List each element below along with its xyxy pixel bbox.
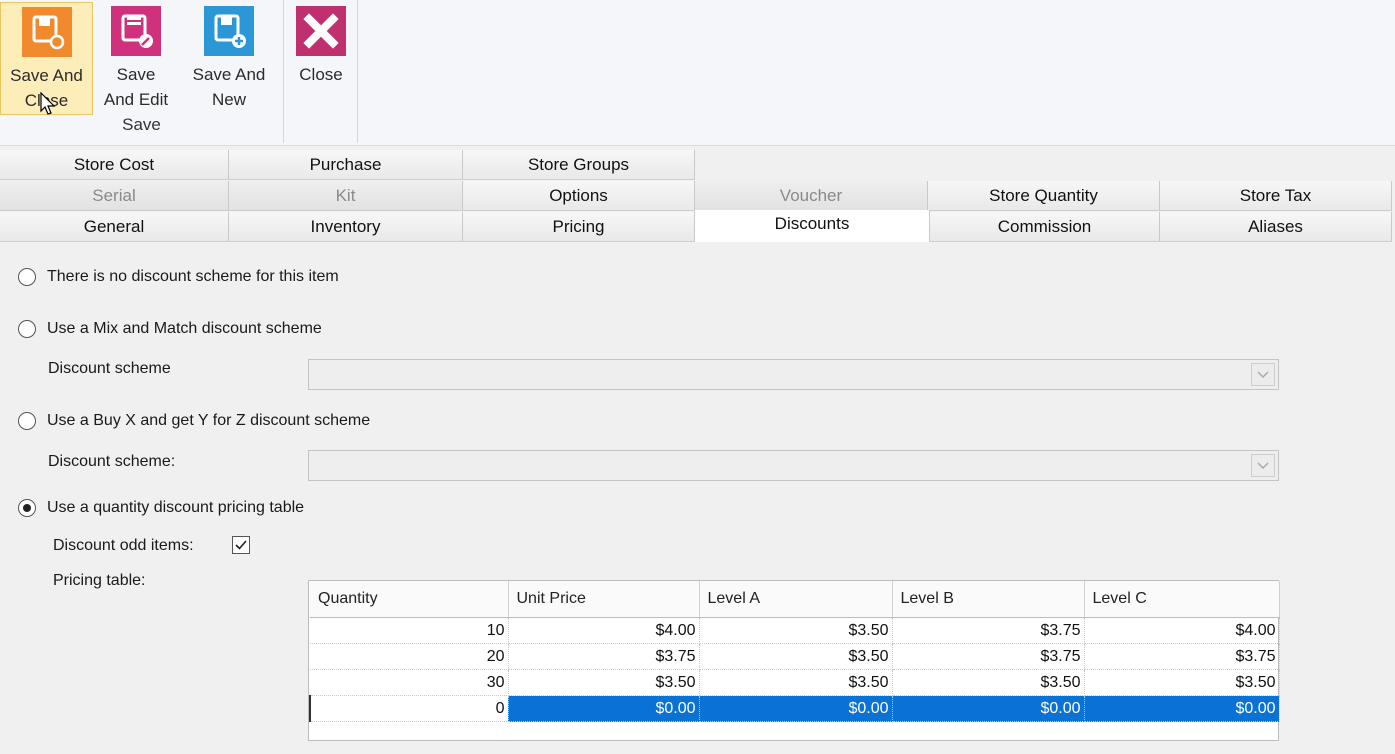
col-header-quantity[interactable]: Quantity <box>310 581 509 618</box>
no-scheme-option[interactable]: There is no discount scheme for this ite… <box>18 268 339 286</box>
buy-x-radio[interactable] <box>18 412 36 430</box>
buy-x-label: Use a Buy X and get Y for Z discount sch… <box>47 412 371 429</box>
save-edit-icon <box>111 6 161 56</box>
table-row-selected[interactable]: 0 $0.00 $0.00 $0.00 $0.00 <box>309 695 1280 722</box>
mouse-cursor-icon <box>40 92 56 115</box>
col-header-level-c[interactable]: Level C <box>1084 581 1280 618</box>
save-new-icon <box>204 6 254 56</box>
tab-inventory[interactable]: Inventory <box>229 212 463 242</box>
table-cell[interactable]: $3.50 <box>699 617 893 644</box>
table-cell[interactable]: $3.75 <box>892 643 1085 670</box>
tab-store-cost[interactable]: Store Cost <box>0 150 229 180</box>
pricing-table-header: Quantity Unit Price Level A Level B Leve… <box>310 581 1280 618</box>
table-cell[interactable]: $4.00 <box>508 617 700 644</box>
ribbon: Save And Close Save And Edit <box>0 0 1395 146</box>
table-cell[interactable]: $4.00 <box>1084 617 1280 644</box>
save-group: Save And Close Save And Edit <box>0 0 284 143</box>
close-group: Close <box>284 0 358 143</box>
table-cell[interactable]: $3.50 <box>699 643 893 670</box>
col-header-unit-price[interactable]: Unit Price <box>508 581 700 618</box>
table-cell[interactable]: $3.75 <box>1084 643 1280 670</box>
table-cell[interactable]: 30 <box>310 669 509 696</box>
qty-table-label: Use a quantity discount pricing table <box>47 499 305 516</box>
odd-items-label: Discount odd items: <box>53 537 194 554</box>
item-tabs: Store Cost Purchase Store Groups Serial … <box>0 150 1395 244</box>
checkmark-icon <box>235 540 247 550</box>
buy-x-scheme-label: Discount scheme: <box>48 453 176 470</box>
save-close-icon <box>21 7 72 57</box>
buy-x-option[interactable]: Use a Buy X and get Y for Z discount sch… <box>18 412 370 430</box>
tab-store-tax[interactable]: Store Tax <box>1160 181 1392 211</box>
table-row[interactable]: 20 $3.75 $3.50 $3.75 $3.75 <box>310 643 1280 670</box>
close-label: Close <box>299 65 343 84</box>
tab-discounts[interactable]: Discounts <box>695 210 930 242</box>
pricing-table-label: Pricing table: <box>53 572 146 589</box>
table-cell[interactable]: $3.75 <box>892 617 1085 644</box>
close-button[interactable]: Close <box>290 2 352 115</box>
mix-match-label: Use a Mix and Match discount scheme <box>47 320 322 337</box>
mix-match-scheme-label: Discount scheme <box>48 360 171 377</box>
tab-aliases[interactable]: Aliases <box>1160 212 1392 242</box>
table-cell[interactable]: $3.50 <box>1084 669 1280 696</box>
tab-options[interactable]: Options <box>463 181 695 211</box>
tab-general[interactable]: General <box>0 212 229 242</box>
tab-commission[interactable]: Commission <box>930 212 1160 242</box>
save-and-new-label-2: New <box>211 90 246 109</box>
pricing-table[interactable]: Quantity Unit Price Level A Level B Leve… <box>308 580 1280 741</box>
tab-store-quantity[interactable]: Store Quantity <box>928 181 1160 211</box>
no-scheme-radio[interactable] <box>18 268 36 286</box>
col-header-level-b[interactable]: Level B <box>892 581 1085 618</box>
qty-table-option[interactable]: Use a quantity discount pricing table <box>18 499 304 517</box>
save-and-new-button[interactable]: Save And New <box>186 2 272 115</box>
chevron-down-icon[interactable] <box>1251 363 1275 386</box>
tab-serial[interactable]: Serial <box>0 181 229 211</box>
table-cell[interactable]: $0.00 <box>508 695 700 722</box>
save-and-new-label-1: Save And <box>192 65 266 84</box>
table-cell[interactable]: $3.50 <box>699 669 893 696</box>
save-and-edit-label-1: Save <box>116 65 156 84</box>
mix-match-radio[interactable] <box>18 320 36 338</box>
tab-purchase[interactable]: Purchase <box>229 150 463 180</box>
table-cell-editing[interactable]: 0 <box>309 695 509 722</box>
close-icon <box>296 6 346 56</box>
tab-pricing[interactable]: Pricing <box>463 212 695 242</box>
table-cell[interactable]: $3.50 <box>508 669 700 696</box>
tab-store-groups[interactable]: Store Groups <box>463 150 695 180</box>
save-group-label: Save <box>122 115 161 134</box>
table-cell[interactable]: 20 <box>310 643 509 670</box>
odd-items-checkbox[interactable] <box>232 536 250 554</box>
save-and-edit-button[interactable]: Save And Edit <box>98 2 174 115</box>
save-and-edit-label-2: And Edit <box>103 90 169 109</box>
buy-x-scheme-select[interactable] <box>308 450 1279 481</box>
col-header-level-a[interactable]: Level A <box>699 581 893 618</box>
table-cell[interactable]: $0.00 <box>699 695 893 722</box>
table-row[interactable]: 10 $4.00 $3.50 $3.75 $4.00 <box>310 617 1280 644</box>
table-cell[interactable]: $0.00 <box>892 695 1085 722</box>
tab-kit[interactable]: Kit <box>229 181 463 211</box>
save-and-close-label-1: Save And <box>10 66 83 85</box>
table-row[interactable]: 30 $3.50 $3.50 $3.50 $3.50 <box>310 669 1280 696</box>
discounts-panel: There is no discount scheme for this ite… <box>0 244 1395 754</box>
table-cell[interactable]: $3.75 <box>508 643 700 670</box>
no-scheme-label: There is no discount scheme for this ite… <box>47 268 339 285</box>
mix-match-scheme-select[interactable] <box>308 359 1279 390</box>
tab-voucher[interactable]: Voucher <box>695 181 928 211</box>
mix-match-option[interactable]: Use a Mix and Match discount scheme <box>18 320 322 338</box>
table-cell[interactable]: $3.50 <box>892 669 1085 696</box>
table-cell[interactable]: 10 <box>310 617 509 644</box>
qty-table-radio[interactable] <box>18 499 36 517</box>
table-cell[interactable]: $0.00 <box>1084 695 1280 722</box>
chevron-down-icon[interactable] <box>1251 454 1275 477</box>
